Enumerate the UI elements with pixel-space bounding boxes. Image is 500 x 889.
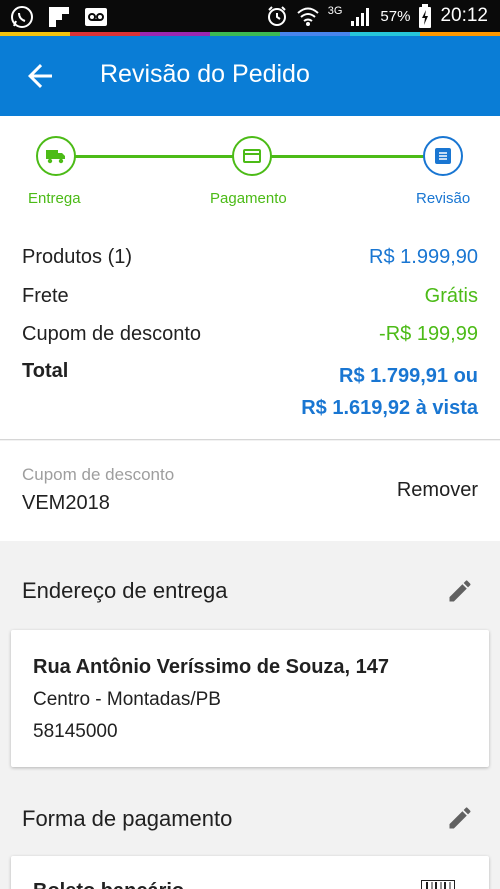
battery-charging-icon [419, 4, 432, 28]
coupon-field-label: Cupom de desconto [22, 465, 175, 484]
delivery-address-card: Rua Antônio Veríssimo de Souza, 147 Cent… [11, 630, 489, 767]
edit-payment-pencil-icon[interactable] [446, 804, 474, 832]
summary-row-coupon: Cupom de desconto -R$ 199,99 [22, 323, 478, 346]
total-value-cash: R$ 1.619,92 à vista [301, 397, 478, 419]
summary-row-shipping: Frete Grátis [22, 285, 478, 308]
stepper-line-1 [56, 155, 252, 158]
products-label: Produtos (1) [22, 246, 133, 268]
address-district-city: Centro - Montadas/PB [33, 689, 221, 710]
voicemail-icon [85, 8, 107, 26]
step-label-review: Revisão [416, 190, 471, 207]
flipboard-icon [49, 7, 69, 27]
payment-method-text: Boleto bancário [33, 880, 184, 889]
checkout-stepper: Entrega Pagamento Revisão [0, 136, 500, 226]
shipping-label: Frete [22, 285, 69, 307]
total-value-installments: R$ 1.799,91 ou [339, 365, 478, 387]
summary-row-products: Produtos (1) R$ 1.999,90 [22, 246, 478, 269]
signal-icon [351, 8, 370, 26]
payment-section-title: Forma de pagamento [22, 806, 233, 831]
address-street: Rua Antônio Veríssimo de Souza, 147 [33, 656, 390, 678]
total-label: Total [22, 360, 69, 382]
status-bar: 3G 57% 20:12 [0, 0, 500, 36]
status-system: 3G 57% 20:12 [266, 4, 488, 28]
step-delivery[interactable] [36, 136, 76, 176]
summary-row-total: Total R$ 1.799,91 ou R$ 1.619,92 à vista [22, 360, 478, 424]
wifi-icon [297, 7, 319, 26]
payment-method-card: Boleto bancário [11, 856, 489, 889]
list-icon [435, 148, 451, 164]
address-zip: 58145000 [33, 721, 118, 742]
step-payment[interactable] [232, 136, 272, 176]
truck-icon [46, 150, 65, 164]
step-review[interactable] [423, 136, 463, 176]
app-bar: Revisão do Pedido [0, 36, 500, 116]
barcode-icon [421, 880, 455, 889]
back-arrow-icon[interactable] [22, 58, 58, 94]
clock: 20:12 [440, 5, 488, 26]
page-title: Revisão do Pedido [100, 60, 310, 88]
products-value: R$ 1.999,90 [369, 246, 478, 268]
battery-percent: 57% [380, 7, 411, 25]
step-label-delivery: Entrega [28, 190, 81, 207]
delivery-section-title: Endereço de entrega [22, 578, 228, 603]
shipping-value: Grátis [424, 285, 478, 307]
remove-coupon-button[interactable]: Remover [397, 479, 478, 502]
stepper-line-2 [252, 155, 442, 158]
coupon-discount-value: -R$ 199,99 [379, 323, 478, 345]
total-value: R$ 1.799,91 ou R$ 1.619,92 à vista [301, 360, 478, 424]
network-type-label: 3G [327, 5, 343, 17]
whatsapp-icon [11, 6, 33, 28]
order-summary: Entrega Pagamento Revisão Produtos (1) R… [0, 116, 500, 440]
step-label-payment: Pagamento [210, 190, 287, 207]
alarm-icon [267, 6, 286, 26]
status-notifications [10, 5, 108, 29]
edit-delivery-pencil-icon[interactable] [446, 577, 474, 605]
coupon-discount-label: Cupom de desconto [22, 323, 202, 345]
card-icon [243, 149, 261, 163]
coupon-code: VEM2018 [22, 492, 110, 514]
coupon-section: Cupom de desconto VEM2018 Remover [0, 441, 500, 541]
